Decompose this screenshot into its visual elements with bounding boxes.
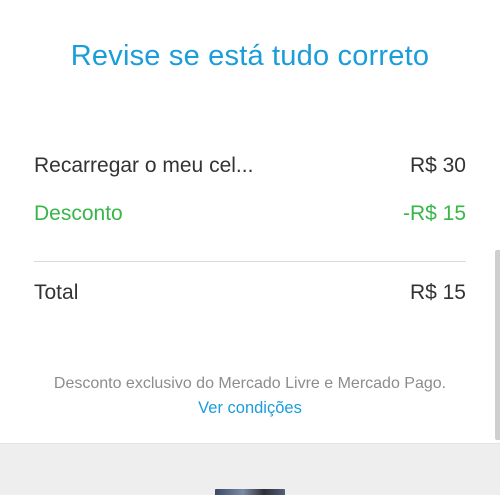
summary-total-label: Total — [34, 281, 79, 304]
summary-divider — [34, 261, 466, 262]
summary-total-value: R$ 15 — [409, 281, 466, 304]
summary-item-label: Recarregar o meu cel... — [34, 154, 254, 177]
summary-discount-row: Desconto -R$ 15 — [34, 199, 466, 229]
discount-disclaimer: Desconto exclusivo do Mercado Livre e Me… — [53, 375, 447, 392]
footer-panel — [0, 443, 500, 495]
footer-image — [215, 489, 285, 495]
summary-discount-label: Desconto — [34, 202, 123, 225]
scrollbar[interactable] — [495, 250, 500, 440]
summary-discount-value: -R$ 15 — [402, 202, 466, 225]
summary-total-row: Total R$ 15 — [34, 278, 466, 308]
summary-item-value: R$ 30 — [409, 154, 466, 177]
summary-item-row: Recarregar o meu cel... R$ 30 — [34, 151, 466, 181]
view-conditions-link[interactable]: Ver condições — [0, 399, 500, 418]
page-title: Revise se está tudo correto — [70, 40, 430, 72]
